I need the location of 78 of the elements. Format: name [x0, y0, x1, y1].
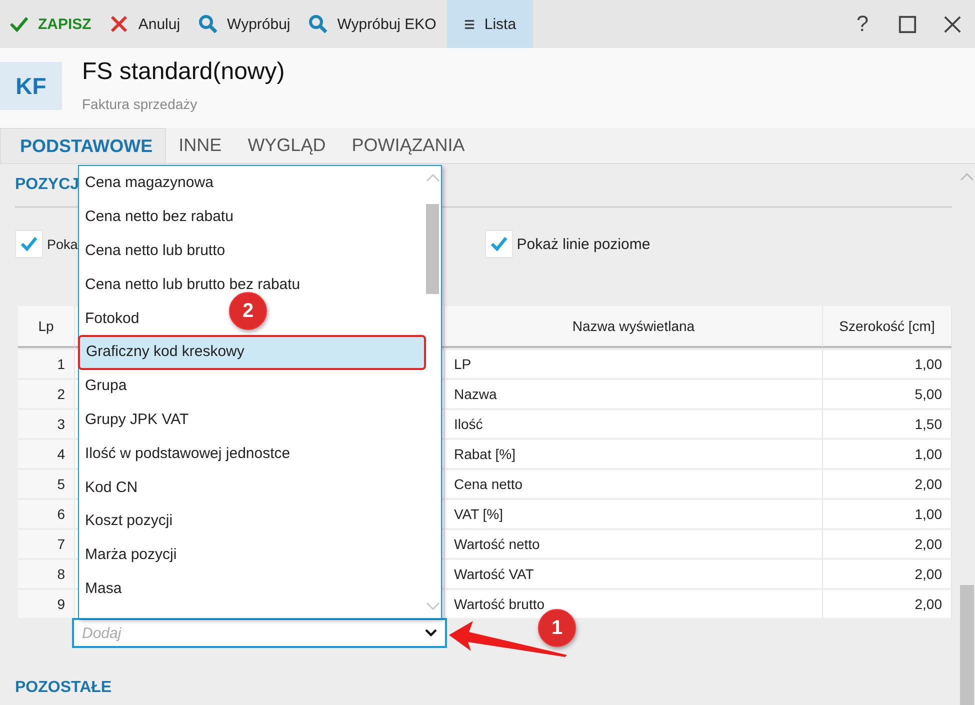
table-cell: 7: [18, 530, 75, 558]
table-cell: Nazwa: [445, 380, 823, 408]
table-cell: 3: [18, 410, 75, 438]
table-cell: Ilość: [445, 410, 823, 438]
tab[interactable]: PODSTAWOWE: [0, 128, 166, 163]
document-subtitle: Faktura sprzedaży: [82, 96, 198, 112]
maximize-icon: [898, 14, 917, 34]
toolbar-button[interactable]: Lista: [447, 0, 534, 48]
table-cell: 6: [18, 500, 75, 528]
checkmark-icon: [488, 234, 509, 254]
table-cell: 2,00: [823, 530, 952, 558]
dropdown-option[interactable]: Koszt pozycji: [79, 504, 173, 538]
checkbox[interactable]: [15, 230, 43, 258]
table-cell: 1: [18, 350, 75, 378]
table-cell: 1,00: [823, 350, 952, 378]
scroll-down-icon[interactable]: [426, 602, 440, 610]
table-cell: 4: [18, 440, 75, 468]
column-header: Lp: [18, 306, 75, 348]
checkbox-label: Poka: [47, 236, 78, 252]
table-cell: Wartość brutto: [445, 590, 823, 618]
table-cell: VAT [%]: [445, 500, 823, 528]
search-icon: [308, 14, 328, 34]
tab[interactable]: POWIĄZANIA: [338, 128, 478, 163]
chevron-down-icon: [425, 629, 437, 637]
table-cell: 2,00: [823, 590, 952, 618]
table-cell: 2,00: [823, 470, 952, 498]
checkbox-label: Pokaż linie poziome: [516, 236, 650, 252]
tab[interactable]: WYGLĄD: [234, 128, 339, 163]
toolbar-button[interactable]: ZAPISZ: [0, 0, 100, 48]
dropdown-option[interactable]: Kod CN: [79, 470, 138, 504]
tab[interactable]: INNE: [166, 128, 235, 163]
scrollbar-thumb[interactable]: [960, 585, 974, 705]
dropdown-option[interactable]: Cena netto bez rabatu: [79, 200, 234, 234]
step-badge: 1: [538, 609, 576, 647]
table-cell: 1,50: [823, 410, 952, 438]
add-combo[interactable]: Dodaj: [72, 618, 447, 648]
search-icon: [198, 14, 218, 34]
section-title: POZOSTAŁE: [15, 679, 112, 698]
table-cell: 1,00: [823, 440, 952, 468]
document-title: FS standard(nowy): [82, 58, 285, 86]
table-cell: 5,00: [823, 380, 952, 408]
table-cell: Rabat [%]: [445, 440, 823, 468]
table-cell: 5: [18, 470, 75, 498]
table-cell: 2: [18, 380, 75, 408]
dropdown-option[interactable]: Cena magazynowa: [79, 166, 214, 200]
dropdown-option[interactable]: Fotokod: [79, 301, 140, 335]
toolbar-button[interactable]: Wypróbuj: [189, 0, 300, 48]
column-header: Nazwa wyświetlana: [445, 306, 823, 348]
help-button[interactable]: ?: [840, 0, 885, 48]
close-icon: [943, 14, 962, 34]
checkbox[interactable]: [484, 230, 513, 258]
table-cell: 9: [18, 590, 75, 618]
column-header: Szerokość [cm]: [823, 306, 952, 348]
checkmark-icon: [9, 14, 29, 34]
dropdown-option[interactable]: Cena netto lub brutto: [79, 234, 226, 268]
toolbar-button[interactable]: Wypróbuj EKO: [299, 0, 446, 48]
document-type-badge: KF: [0, 62, 62, 110]
table-cell: 8: [18, 560, 75, 588]
dropdown-option[interactable]: Marża pozycji: [79, 538, 177, 572]
table-cell: Cena netto: [445, 470, 823, 498]
table-cell: LP: [445, 350, 823, 378]
scroll-up-icon[interactable]: [426, 174, 440, 182]
section-title: POZYCJ: [15, 176, 80, 195]
dropdown-option[interactable]: Graficzny kod kreskowy: [80, 334, 424, 369]
dropdown-option[interactable]: Masa: [79, 572, 122, 606]
scrollbar-thumb[interactable]: [426, 204, 439, 294]
cross-icon: [109, 14, 130, 34]
checkmark-icon: [19, 234, 39, 254]
table-cell: 1,00: [823, 500, 952, 528]
dropdown-option[interactable]: Grupy JPK VAT: [79, 402, 189, 436]
dropdown-option[interactable]: Grupa: [79, 368, 127, 403]
menu-icon: [464, 18, 476, 30]
table-cell: Wartość netto: [445, 530, 823, 558]
scroll-up-icon[interactable]: [960, 173, 974, 181]
table-cell: 2,00: [823, 560, 952, 588]
table-cell: Wartość VAT: [445, 560, 823, 588]
toolbar-button[interactable]: Anuluj: [100, 0, 190, 48]
dropdown-option[interactable]: Ilość w podstawowej jednostce: [79, 436, 290, 470]
